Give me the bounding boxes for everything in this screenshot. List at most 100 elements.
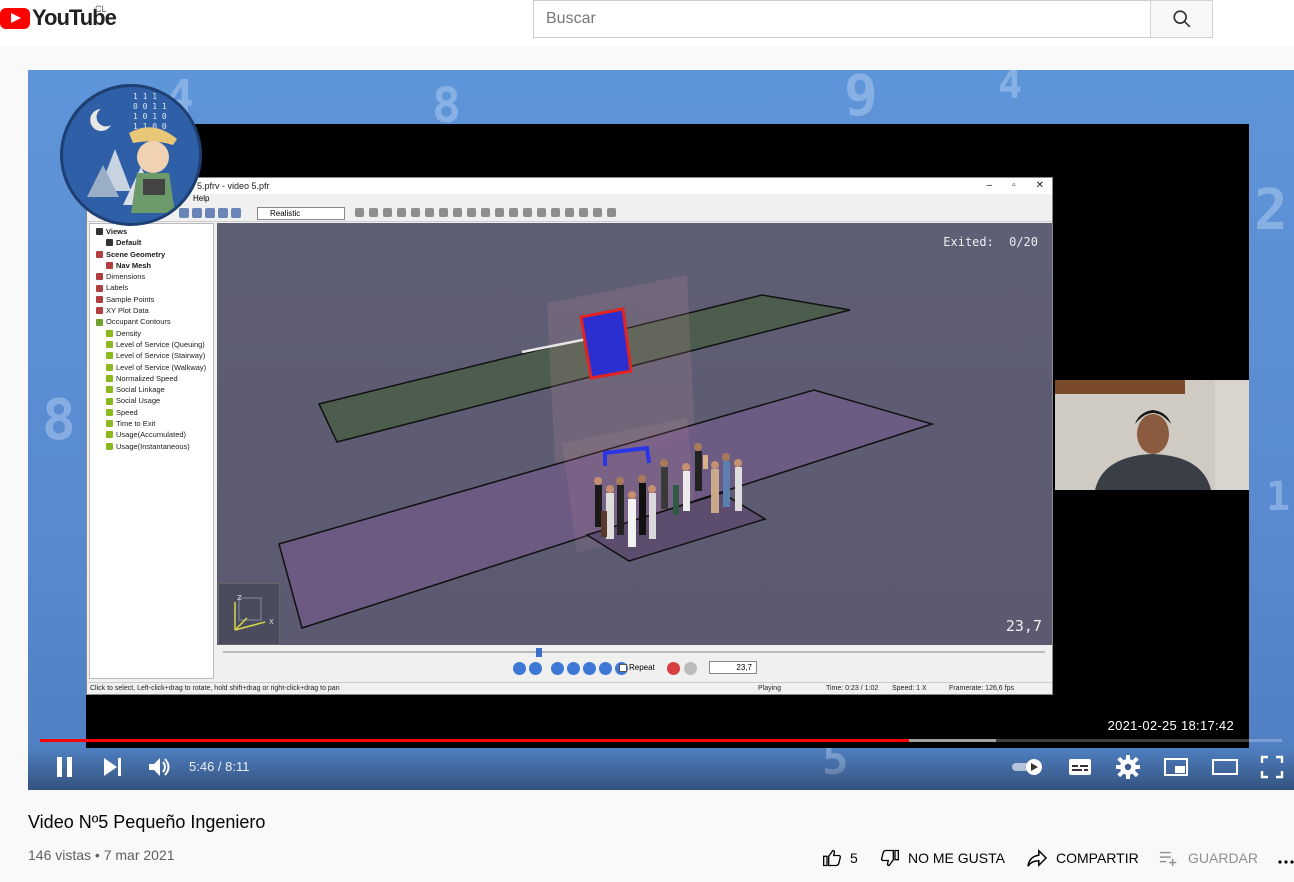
search-input[interactable]: Buscar [533,0,1150,38]
app-statusbar: Click to select, Left-click+drag to rota… [87,682,1052,694]
tree-item: Speed [90,407,213,418]
tree-item-label: Views [106,227,128,236]
seek-bar[interactable] [40,739,1282,742]
dislike-label: NO ME GUSTA [908,850,1005,866]
maximize-icon: ▫ [1012,180,1016,191]
thumbs-up-icon [823,849,842,867]
tree-item: Sample Points [90,294,213,305]
tool-icon [523,208,532,217]
background-digit: 4 [998,70,1023,108]
share-button[interactable]: COMPARTIR [1026,845,1139,871]
player-controls: 5:46 / 8:11 [28,746,1294,790]
tool-icon [481,208,490,217]
tool-icon [565,208,574,217]
tree-item-label: Labels [106,283,129,293]
view-icon [231,208,241,218]
app-toolbar: Realistic [87,204,1052,222]
background-digit: 1 [1266,474,1291,520]
tool-icon [355,208,364,217]
tree-item: XY Plot Data [90,305,213,316]
status-time: Time: 0:23 / 1:02 [826,685,879,692]
autoplay-toggle[interactable] [1010,754,1046,780]
volume-button[interactable] [146,754,172,780]
theater-mode-button[interactable] [1211,754,1239,780]
scene-render [278,275,935,629]
tree-item-label: Level of Service (Queuing) [116,339,205,349]
tree-item: Views [90,226,213,237]
subtitles-button[interactable] [1067,754,1093,780]
tree-item: Default [90,237,213,248]
next-button[interactable] [100,754,126,780]
axes-gizmo: Z X [218,583,280,645]
channel-logo-icon: 1 1 1 0 0 1 1 1 0 1 0 1 1 0 0 [63,87,199,223]
simulation-timeline [223,651,1045,653]
tree-node-icon [96,228,103,236]
tree-item: Level of Service (Walkway) [90,362,213,373]
timeline-thumb [536,648,542,657]
presenter-image [1055,380,1249,490]
tree-item: Social Usage [90,395,213,406]
tree-item: Dimensions [90,271,213,282]
tool-icon [383,208,392,217]
settings-button[interactable] [1115,754,1141,780]
tree-item-label: Density [116,328,142,338]
exited-counter: Exited: 0/20 [943,235,1038,249]
repeat-checkbox: Repeat [619,663,655,672]
like-button[interactable]: 5 [822,845,858,871]
fullscreen-button[interactable] [1259,754,1285,780]
miniplayer-button[interactable] [1163,754,1189,780]
video-actions: 5 NO ME GUSTA COMPARTIR GUARDAR [0,845,1294,871]
time-field: 23,7 [709,661,757,674]
tool-icon [593,208,602,217]
toolbar-tool-icons [355,208,616,217]
tool-icon [453,208,462,217]
country-code: CL [95,4,107,14]
share-label: COMPARTIR [1056,850,1139,866]
time-display: 5:46 / 8:11 [189,759,250,774]
tool-icon [369,208,378,217]
step-back-icon [567,662,580,675]
tool-icon [537,208,546,217]
tree-item: Level of Service (Stairway) [90,350,213,361]
tree-node-icon [106,329,113,337]
save-button[interactable]: GUARDAR [1158,845,1258,871]
more-actions-button[interactable] [1278,845,1294,871]
tree-node-icon [106,408,113,416]
tool-icon [509,208,518,217]
pause-icon [513,662,526,675]
tree-item-label: Speed [116,407,138,417]
simulation-app-window: 5.pfrv - video 5.pfr – ▫ ✕ Help Realisti… [86,177,1053,695]
playback-buttons [513,662,628,675]
save-label: GUARDAR [1188,850,1259,866]
view-icon [179,208,189,218]
video-player[interactable]: 4 8 9 4 8 2 1 5 5.pfrv - video 5.pfr – ▫… [28,70,1294,790]
volume-icon [149,758,170,776]
tree-node-icon [96,307,103,315]
app-title: 5.pfrv - video 5.pfr [197,181,270,191]
dislike-button[interactable]: NO ME GUSTA [880,845,1005,871]
recording-timestamp: 2021-02-25 18:17:42 [1107,718,1234,733]
status-framerate: Framerate: 126,6 fps [949,685,1014,692]
pause-button[interactable] [52,754,78,780]
scene-tree-panel: Views Default Scene Geometry Nav Mesh Dimens… [89,223,214,679]
svg-text:1 1 1: 1 1 1 [133,92,157,101]
app-titlebar: 5.pfrv - video 5.pfr – ▫ ✕ [87,178,1052,194]
background-digit: 9 [844,70,878,129]
tool-icon [495,208,504,217]
pause-icon [57,757,72,777]
record-stop-icon [684,662,697,675]
tool-icon [439,208,448,217]
search-button[interactable] [1150,0,1213,38]
tree-node-icon [106,262,113,270]
add-to-playlist-icon [1159,851,1177,867]
repeat-label: Repeat [629,663,655,672]
tree-node-icon [106,420,113,428]
tool-icon [425,208,434,217]
masthead: YouTube CL Buscar [0,0,1294,46]
next-icon [104,758,121,776]
tree-item-label: Time to Exit [116,419,156,429]
tree-item-label: Level of Service (Walkway) [116,362,207,372]
tree-node-icon [106,239,113,247]
tool-icon [397,208,406,217]
played-progress [40,739,910,742]
